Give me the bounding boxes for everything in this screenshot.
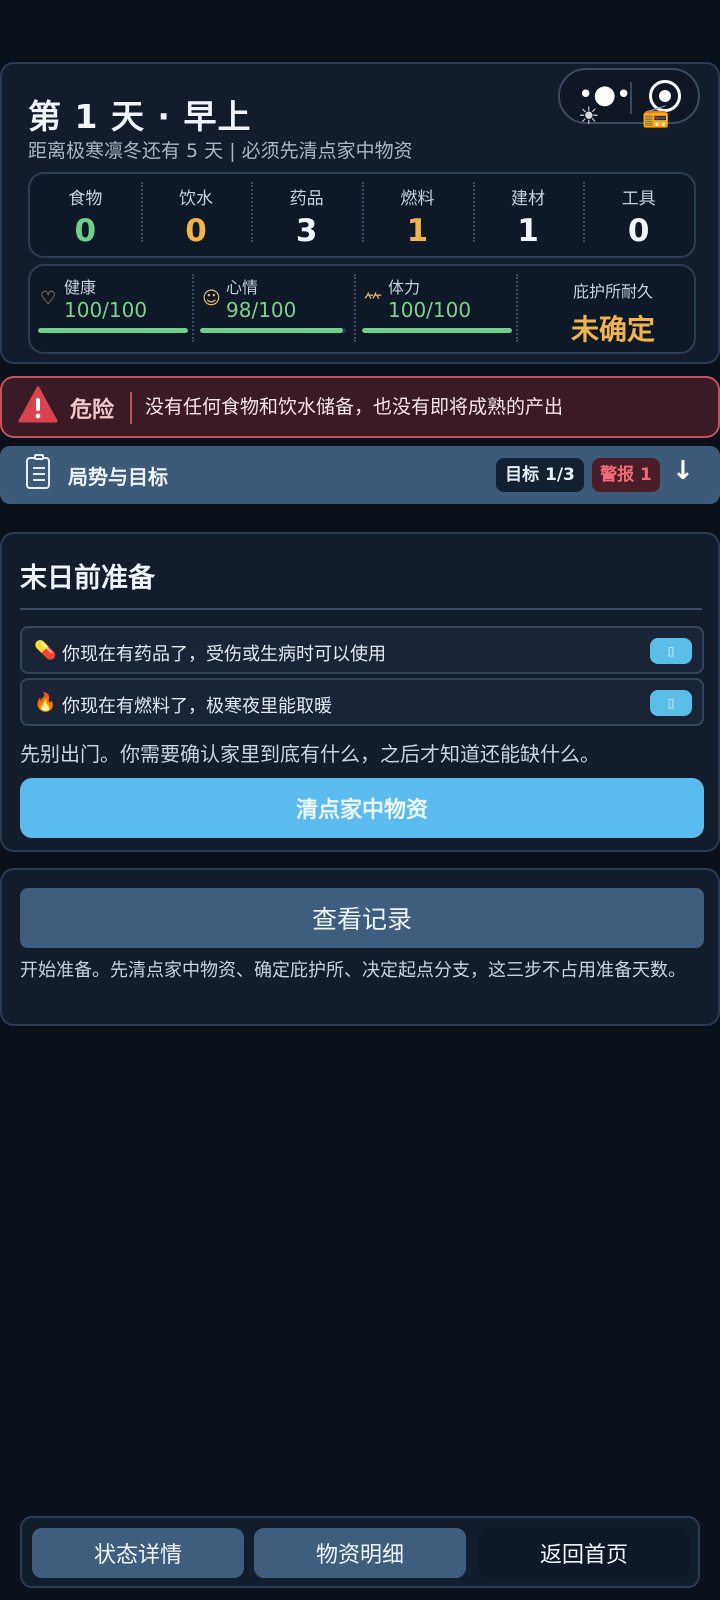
stat-value: 100/100 [64,298,148,322]
resource-value: 0 [185,213,207,249]
capsule-divider [630,82,632,114]
arrow-down-icon[interactable]: ↓ [672,456,694,486]
stat-mood: ☺ 心情 98/100 [192,266,354,352]
page-subtitle: 距离极寒凛冬还有 5 天 | 必须先清点家中物资 [28,140,413,162]
supplies-details-button[interactable]: 物资明细 [254,1528,466,1578]
return-home-button[interactable]: 返回首页 [478,1528,690,1578]
sun-icon: ☀ [578,102,600,130]
resource-water: 饮水 0 [140,174,252,256]
stat-health: ♡ 健康 100/100 [30,266,192,352]
fire-icon: 🔥 [34,692,57,713]
resource-value: 0 [74,213,97,249]
log-card: 查看记录 开始准备。先清点家中物资、确定庇护所、决定起点分支，这三步不占用准备天… [0,868,720,1026]
alert-badge: 警报 1 [592,458,660,492]
resource-panel: 食物 0 饮水 0 药品 3 燃料 1 建材 1 工具 0 [28,172,696,258]
stat-label: 体力 [388,278,421,297]
pill-icon: 💊 [34,640,57,661]
stat-value: 100/100 [388,298,472,322]
situation-goals-bar[interactable]: 局势与目标 目标 1/3 警报 1 ↓ [0,446,720,504]
bottom-nav: 状态详情 物资明细 返回首页 [20,1516,700,1588]
stat-label: 健康 [64,278,97,297]
inventory-check-button[interactable]: 清点家中物资 [20,778,704,838]
radio-icon: 📻 [642,104,670,129]
shelter-durability: 庇护所耐久 未确定 [530,266,696,352]
resource-label: 燃料 [400,189,435,209]
stamina-bar [362,328,512,333]
stat-value: 98/100 [226,298,297,322]
prep-divider [20,608,702,610]
health-bar-fill [38,328,188,333]
resource-tools: 工具 0 [583,174,694,256]
stat-divider [516,274,518,342]
vitals-panel: ♡ 健康 100/100 ☺ 心情 98/100 ⺮ 体力 100/100 庇护… [28,264,696,354]
mood-bar-fill [200,328,344,333]
prep-card: 末日前准备 💊 你现在有药品了，受伤或生病时可以使用 ▯ 🔥 你现在有燃料了，极… [0,532,720,852]
danger-banner: 危险 没有任何食物和饮水储备，也没有即将成熟的产出 [0,376,720,438]
shelter-value: 未确定 [570,313,655,346]
status-details-button[interactable]: 状态详情 [32,1528,244,1578]
stat-stamina: ⺮ 体力 100/100 [354,266,516,352]
tip-text: 你现在有药品了，受伤或生病时可以使用 [62,644,386,665]
danger-message: 没有任何食物和饮水储备，也没有即将成熟的产出 [145,396,564,418]
resource-value: 0 [627,213,650,249]
danger-tag: 危险 [70,398,115,423]
tip-item: 🔥 你现在有燃料了，极寒夜里能取暖 ▯ [20,678,704,726]
stamina-bar-fill [362,328,512,333]
resource-materials: 建材 1 [472,174,584,256]
resource-label: 药品 [289,189,324,209]
tip-item: 💊 你现在有药品了，受伤或生病时可以使用 ▯ [20,626,704,674]
resource-food: 食物 0 [30,174,141,256]
smile-icon: ☺ [202,288,221,309]
resource-fuel: 燃料 1 [362,174,473,256]
mood-bar [200,328,346,333]
stat-label: 心情 [226,278,259,297]
tip-text: 你现在有燃料了，极寒夜里能取暖 [62,696,332,717]
shelter-label: 庇护所耐久 [572,282,653,301]
tip-toggle[interactable]: ▯ [650,690,692,716]
danger-divider [130,392,132,424]
view-log-button[interactable]: 查看记录 [20,888,704,948]
page-title: 第 1 天 · 早上 [28,97,252,136]
situation-title: 局势与目标 [68,465,168,489]
resource-label: 食物 [68,189,103,209]
status-card: 第 1 天 · 早上 距离极寒凛冬还有 5 天 | 必须先清点家中物资 •●• … [0,62,720,364]
resource-value: 3 [295,213,318,249]
tip-toggle[interactable]: ▯ [650,638,692,664]
heart-icon: ♡ [40,288,57,309]
resource-label: 工具 [621,189,656,209]
clipboard-icon [26,454,50,489]
resource-label: 建材 [511,189,546,209]
resource-value: 1 [406,213,429,249]
health-bar [38,328,188,333]
prep-description: 先别出门。你需要确认家里到底有什么，之后才知道还能缺什么。 [20,742,600,766]
warning-icon [18,386,58,423]
resource-value: 1 [517,213,539,249]
goal-badge: 目标 1/3 [496,458,584,492]
resource-label: 饮水 [179,189,213,209]
log-note: 开始准备。先清点家中物资、确定庇护所、决定起点分支，这三步不占用准备天数。 [20,960,686,981]
prep-title: 末日前准备 [20,563,155,594]
resource-medicine: 药品 3 [251,174,362,256]
stamina-icon: ⺮ [364,292,382,313]
